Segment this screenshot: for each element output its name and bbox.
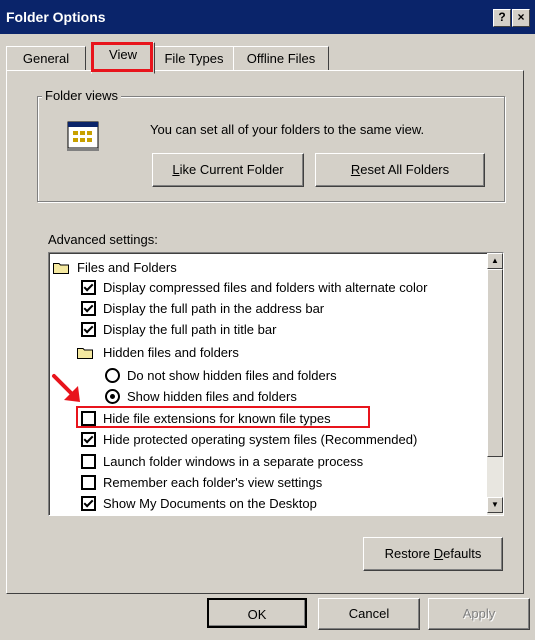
close-button[interactable]: ×	[512, 9, 530, 27]
checkbox[interactable]	[81, 322, 96, 337]
scroll-down-icon[interactable]: ▼	[487, 497, 503, 513]
folder-view-icon	[67, 121, 99, 151]
checkbox[interactable]	[81, 454, 96, 469]
radio-button[interactable]	[105, 368, 120, 383]
checkbox[interactable]	[81, 496, 96, 511]
folder-icon	[77, 348, 93, 359]
hide-extensions-highlight	[76, 406, 370, 428]
like-current-key: L	[172, 162, 180, 177]
radio-button[interactable]	[105, 389, 120, 404]
red-arrow-icon	[52, 374, 80, 402]
tab-general[interactable]: General	[6, 46, 86, 72]
checkbox[interactable]	[81, 280, 96, 295]
folder-views-label: Folder views	[42, 88, 121, 103]
tab-offline-files[interactable]: Offline Files	[233, 46, 329, 72]
reset-all-folders-button[interactable]: Reset All Folders	[315, 153, 485, 187]
checkbox[interactable]	[81, 432, 96, 447]
vertical-scrollbar[interactable]: ▲ ▼	[487, 253, 503, 515]
reset-all-key: R	[350, 162, 361, 177]
scroll-up-icon[interactable]: ▲	[487, 253, 503, 269]
scroll-thumb[interactable]	[487, 269, 503, 457]
ok-button[interactable]: OK	[207, 598, 307, 628]
window-title: Folder Options	[6, 9, 106, 25]
advanced-settings-label: Advanced settings:	[48, 232, 158, 247]
like-current-folder-button[interactable]: Like Current Folder	[152, 153, 304, 187]
reset-all-rest: eset All Folders	[360, 162, 450, 177]
help-button[interactable]: ?	[493, 9, 511, 27]
folder-icon	[53, 263, 69, 274]
title-bar: Folder Options ? ×	[0, 0, 535, 34]
restore-defaults-button[interactable]: Restore Defaults	[363, 537, 503, 571]
view-tab-highlight	[91, 42, 153, 72]
like-current-rest: ike Current Folder	[179, 162, 284, 177]
apply-button[interactable]: Apply	[428, 598, 530, 630]
checkbox[interactable]	[81, 301, 96, 316]
checkbox[interactable]	[81, 475, 96, 490]
tab-file-types[interactable]: File Types	[153, 46, 235, 72]
advanced-settings-list[interactable]: Files and Folders Display compressed fil…	[48, 252, 504, 516]
folder-options-window: Folder Options ? × General View File Typ…	[0, 0, 535, 640]
cancel-button[interactable]: Cancel	[318, 598, 420, 630]
folder-views-description: You can set all of your folders to the s…	[150, 122, 425, 137]
